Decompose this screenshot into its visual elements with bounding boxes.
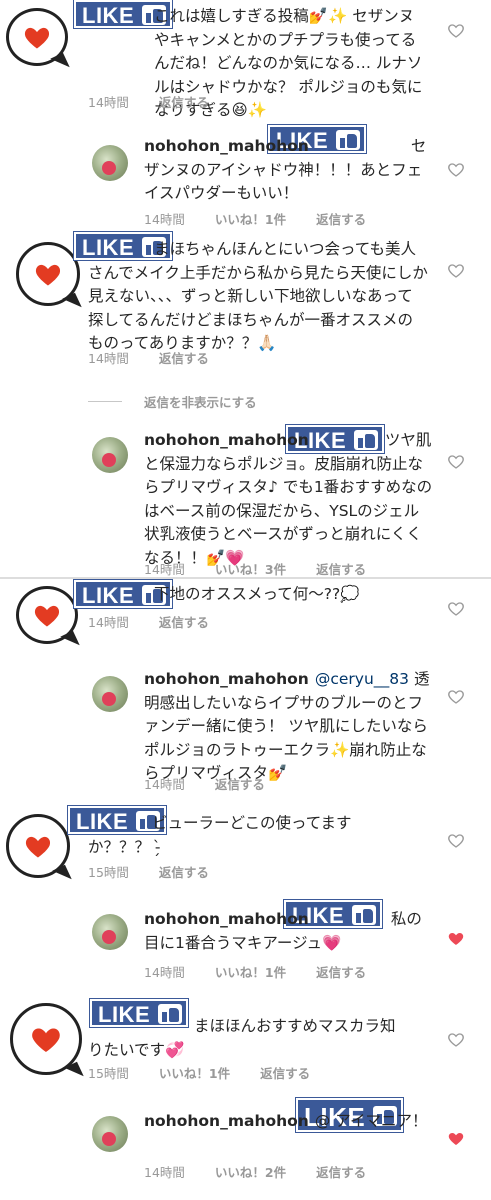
avatar[interactable] (92, 676, 128, 712)
comment-2: LIKE まほちゃんほんとにいつ会っても美人さんでメイク上手だから私から見たら天… (0, 232, 491, 372)
reply-time: 14時間 (144, 1165, 185, 1180)
heart-sticker (16, 242, 80, 306)
reply-text: nohohon_mahohon ツヤ肌と保湿力ならポルジョ。皮脂崩れ防止ならプリマ… (144, 431, 433, 567)
reply-text: nohohon_mahohon @ceryu__83 透明感出したいならイプサのブ… (144, 670, 430, 782)
reply-time: 14時間 (144, 212, 185, 227)
liked-heart-icon[interactable] (447, 930, 465, 948)
reply-meta: 14時間 いいね！2件 返信する (144, 1162, 392, 1181)
mention-link[interactable]: @ceryu__83 (315, 670, 409, 688)
like-heart-icon[interactable] (447, 22, 465, 40)
username-link[interactable]: nohohon_mahohon (144, 670, 309, 688)
like-heart-icon[interactable] (447, 600, 465, 618)
avatar[interactable] (92, 145, 128, 181)
avatar[interactable] (92, 437, 128, 473)
comment-time: 15時間 (88, 865, 129, 880)
comment-meta: 14時間 返信する (88, 612, 235, 631)
like-heart-icon[interactable] (447, 161, 465, 179)
reply-meta: 14時間 返信する (144, 774, 291, 793)
comment-time: 14時間 (88, 351, 129, 366)
reply-button[interactable]: 返信する (316, 962, 366, 981)
likes-count-link[interactable]: いいね！2件 (215, 1162, 286, 1181)
comment-1: LIKE これは嬉しすぎる投稿💅✨ セザンヌやキャンメとかのプチプラも使ってるん… (0, 0, 491, 120)
like-heart-icon[interactable] (447, 688, 465, 706)
heart-sticker (10, 1003, 82, 1075)
reply-button[interactable]: 返信する (260, 1063, 310, 1082)
reply-meta: 14時間 いいね！1件 返信する (144, 209, 392, 228)
like-heart-icon[interactable] (447, 832, 465, 850)
reply-button[interactable]: 返信する (159, 348, 209, 367)
username-link[interactable]: nohohon_mahohon (144, 1112, 309, 1130)
reply-button[interactable]: 返信する (316, 1162, 366, 1181)
likes-count-link[interactable]: いいね！1件 (215, 209, 286, 228)
reply-text: nohohon_mahohon @ アイマニア！ (144, 1112, 428, 1130)
reply-5: LIKE nohohon_mahohon @ アイマニア！ 14時間 いいね！2件… (0, 1098, 491, 1193)
like-heart-icon[interactable] (447, 262, 465, 280)
avatar[interactable] (92, 914, 128, 950)
avatar[interactable] (92, 1116, 128, 1152)
comment-time: 15時間 (88, 1066, 129, 1081)
reply-meta: 14時間 いいね！3件 返信する (144, 559, 392, 578)
reply-time: 14時間 (144, 965, 185, 980)
comment-5: LIKE まほほんおすすめマスカラ知りたいです💞 15時間 いいね！1件 返信す… (0, 995, 491, 1090)
comment-meta: 15時間 いいね！1件 返信する (88, 1063, 336, 1082)
likes-count-link[interactable]: いいね！1件 (215, 962, 286, 981)
reply-2: LIKE nohohon_mahohon ツヤ肌と保湿力ならポルジョ。皮脂崩れ防止… (0, 425, 491, 578)
reply-4: LIKE nohohon_mahohon 私の目に1番合うマキアージュ💗 14時間… (0, 900, 491, 990)
comment-4: LIKE ビューラーどこの使ってますか？？？ -̗̀ 15時間 返信する (0, 800, 491, 890)
comment-text: まほほんおすすめマスカラ知りたいです💞 (88, 1017, 396, 1059)
comment-text: まほちゃんほんとにいつ会っても美人さんでメイク上手だから私から見たら天使にしか見… (88, 240, 428, 352)
like-heart-icon[interactable] (447, 1031, 465, 1049)
reply-button[interactable]: 返信する (159, 612, 209, 631)
reply-button[interactable]: 返信する (316, 209, 366, 228)
username-link[interactable]: nohohon_mahohon (144, 910, 309, 928)
likes-count-link[interactable]: いいね！3件 (215, 559, 286, 578)
comment-meta: 14時間 返信する (88, 348, 235, 367)
reply-button[interactable]: 返信する (316, 559, 366, 578)
username-link[interactable]: nohohon_mahohon (144, 137, 309, 155)
divider-line (88, 401, 122, 402)
comment-time: 14時間 (88, 615, 129, 630)
hide-replies-label[interactable]: 返信を非表示にする (144, 392, 257, 411)
heart-sticker (6, 8, 68, 66)
likes-count-link[interactable]: いいね！1件 (159, 1063, 230, 1082)
reply-3: nohohon_mahohon @ceryu__83 透明感出したいならイプサのブ… (0, 664, 491, 794)
reply-time: 14時間 (144, 562, 185, 577)
reply-button[interactable]: 返信する (215, 774, 265, 793)
reply-text: nohohon_mahohon 私の目に1番合うマキアージュ💗 (144, 910, 422, 952)
reply-button[interactable]: 返信する (159, 862, 209, 881)
comment-text: 下地のオススメって何〜??💭 (154, 585, 360, 603)
comment-meta: 14時間 返信する (88, 92, 235, 111)
liked-heart-icon[interactable] (447, 1130, 465, 1148)
reply-1: LIKE nohohon_mahohon セザンヌのアイシャドウ神！！！あとフェイ… (0, 125, 491, 235)
reply-button[interactable]: 返信する (159, 92, 209, 111)
comment-time: 14時間 (88, 95, 129, 110)
comment-meta: 15時間 返信する (88, 862, 235, 881)
username-link[interactable]: nohohon_mahohon (144, 431, 309, 449)
like-heart-icon[interactable] (447, 453, 465, 471)
reply-time: 14時間 (144, 777, 185, 792)
comment-3: LIKE 下地のオススメって何〜??💭 14時間 返信する (0, 580, 491, 660)
reply-text: nohohon_mahohon セザンヌのアイシャドウ神！！！あとフェイスパウダー… (144, 137, 427, 202)
reply-meta: 14時間 いいね！1件 返信する (144, 962, 392, 981)
comment-text: ビューラーどこの使ってますか？？？ -̗̀ (88, 814, 352, 856)
screenshot-divider (0, 577, 491, 579)
heart-sticker (6, 814, 70, 878)
heart-sticker (16, 586, 78, 644)
